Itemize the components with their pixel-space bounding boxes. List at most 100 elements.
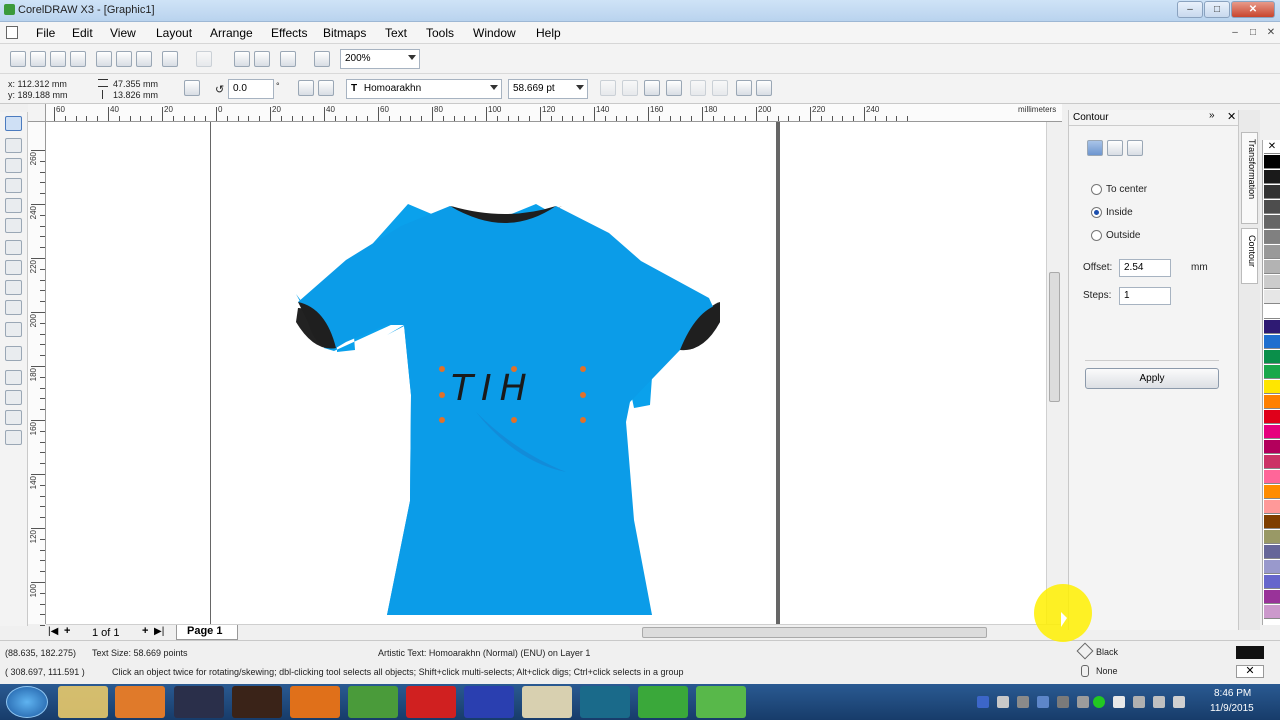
shape-tool-icon[interactable] xyxy=(5,138,22,153)
menu-tools[interactable]: Tools xyxy=(426,26,454,40)
color-swatch[interactable] xyxy=(1264,245,1280,259)
pick-tool-icon[interactable] xyxy=(5,116,22,131)
tray-status-icon[interactable] xyxy=(1093,696,1105,708)
color-swatch[interactable] xyxy=(1264,530,1280,544)
drop-cap-icon[interactable] xyxy=(712,80,728,96)
vertical-scrollbar[interactable] xyxy=(1046,122,1062,624)
explorer-icon[interactable] xyxy=(58,686,108,718)
menu-window[interactable]: Window xyxy=(473,26,516,40)
smart-fill-tool-icon[interactable] xyxy=(5,218,22,233)
tray-monitor-icon[interactable] xyxy=(1133,696,1145,708)
paste-icon[interactable] xyxy=(136,51,152,67)
polygon-tool-icon[interactable] xyxy=(5,280,22,295)
color-swatch[interactable] xyxy=(1264,290,1280,304)
tray-settings-icon[interactable] xyxy=(1057,696,1069,708)
illustrator-icon[interactable] xyxy=(232,686,282,718)
clock-time[interactable]: 8:46 PM xyxy=(1214,688,1251,699)
color-swatch[interactable] xyxy=(1264,515,1280,529)
new-icon[interactable] xyxy=(10,51,26,67)
edit-text-icon[interactable] xyxy=(756,80,772,96)
color-swatch[interactable] xyxy=(1264,545,1280,559)
color-swatch[interactable] xyxy=(1264,485,1280,499)
doc-minimize-button[interactable]: – xyxy=(1228,25,1242,39)
freehand-tool-icon[interactable] xyxy=(5,198,22,213)
color-swatch[interactable] xyxy=(1264,350,1280,364)
tray-keyboard-icon[interactable] xyxy=(997,696,1009,708)
corel-capture-icon[interactable] xyxy=(696,686,746,718)
text-tool-icon[interactable] xyxy=(5,322,22,337)
menu-bitmaps[interactable]: Bitmaps xyxy=(323,26,366,40)
tab-transformation[interactable]: Transformation xyxy=(1241,132,1258,224)
docker-close-icon[interactable]: ✕ xyxy=(1227,110,1236,123)
color-swatch[interactable] xyxy=(1264,455,1280,469)
add-page-after-icon[interactable]: + xyxy=(142,625,148,637)
color-swatch[interactable] xyxy=(1264,260,1280,274)
opera-icon[interactable] xyxy=(406,686,456,718)
undo-icon[interactable] xyxy=(162,51,178,67)
minimize-button[interactable]: – xyxy=(1177,1,1203,18)
format-text-icon[interactable] xyxy=(736,80,752,96)
drawing-canvas[interactable]: TIH xyxy=(46,122,1046,624)
color-swatch[interactable] xyxy=(1264,500,1280,514)
copy-icon[interactable] xyxy=(116,51,132,67)
doc-close-button[interactable]: ✕ xyxy=(1264,25,1278,39)
media-player-icon[interactable] xyxy=(115,686,165,718)
color-swatch[interactable] xyxy=(1264,230,1280,244)
tray-app-icon[interactable] xyxy=(1017,696,1029,708)
font-list-combo[interactable]: T Homoarakhn xyxy=(346,79,502,99)
interactive-fill-tool-icon[interactable] xyxy=(5,430,22,445)
coreldraw-icon[interactable] xyxy=(638,686,688,718)
last-page-icon[interactable]: ▶| xyxy=(154,626,164,637)
color-swatch[interactable] xyxy=(1264,395,1280,409)
import-icon[interactable] xyxy=(234,51,250,67)
vertical-scroll-thumb[interactable] xyxy=(1049,272,1060,402)
offset-field[interactable]: 2.54 xyxy=(1119,259,1171,277)
rectangle-tool-icon[interactable] xyxy=(5,240,22,255)
ruler-origin[interactable] xyxy=(28,104,46,122)
corel-online-icon[interactable] xyxy=(314,51,330,67)
horizontal-align-icon[interactable] xyxy=(666,80,682,96)
color-swatch[interactable] xyxy=(1264,305,1280,319)
outline-none-swatch[interactable]: ✕ xyxy=(1236,665,1264,678)
first-page-icon[interactable]: |◀ xyxy=(48,626,58,637)
color-swatch[interactable] xyxy=(1264,470,1280,484)
zoom-level-combo[interactable]: 200% xyxy=(340,49,420,69)
color-swatch[interactable] xyxy=(1264,335,1280,349)
chrome-icon[interactable] xyxy=(348,686,398,718)
redo-icon[interactable] xyxy=(196,51,212,67)
italic-icon[interactable] xyxy=(622,80,638,96)
tray-display-icon[interactable] xyxy=(1037,696,1049,708)
docker-arrow-icon[interactable]: » xyxy=(1209,110,1215,121)
inside-radio[interactable] xyxy=(1091,207,1102,218)
tab-contour[interactable]: Contour xyxy=(1241,228,1258,284)
menu-file[interactable]: File xyxy=(36,26,55,40)
color-swatch[interactable] xyxy=(1264,320,1280,334)
shirt-text[interactable]: TIH xyxy=(451,368,581,409)
contour-center-icon[interactable] xyxy=(1127,140,1143,156)
color-swatch[interactable] xyxy=(1264,560,1280,574)
after-effects-icon[interactable] xyxy=(174,686,224,718)
vertical-ruler[interactable]: 260 240 220 200 180 160 140 120 100 xyxy=(28,122,46,627)
color-swatch[interactable] xyxy=(1264,215,1280,229)
document-icon[interactable] xyxy=(6,26,18,39)
app-icon[interactable] xyxy=(4,4,15,15)
tray-power-icon[interactable] xyxy=(1173,696,1185,708)
maximize-button[interactable]: □ xyxy=(1204,1,1230,18)
ellipse-tool-icon[interactable] xyxy=(5,260,22,275)
menu-view[interactable]: View xyxy=(110,26,136,40)
object-width[interactable]: 47.355 mm xyxy=(113,79,158,89)
cut-icon[interactable] xyxy=(96,51,112,67)
x-position[interactable]: x: 112.312 mm xyxy=(8,79,67,89)
color-swatch[interactable] xyxy=(1264,185,1280,199)
contour-inside-icon[interactable] xyxy=(1087,140,1103,156)
r-app-icon[interactable] xyxy=(522,686,572,718)
color-swatch[interactable] xyxy=(1264,410,1280,424)
color-swatch[interactable] xyxy=(1264,575,1280,589)
bold-icon[interactable] xyxy=(600,80,616,96)
add-page-before-icon[interactable]: + xyxy=(64,625,70,637)
tray-network-icon[interactable] xyxy=(977,696,989,708)
mirror-vertical-icon[interactable] xyxy=(318,80,334,96)
color-swatch[interactable] xyxy=(1264,275,1280,289)
color-swatch[interactable] xyxy=(1264,605,1280,619)
tab-page-1[interactable]: Page 1 xyxy=(176,625,238,640)
